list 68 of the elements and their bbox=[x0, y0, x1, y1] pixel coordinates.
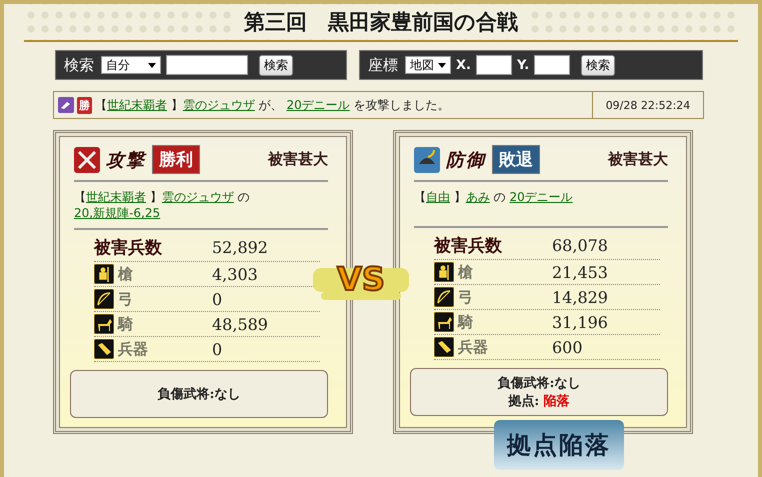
commander-info: 【世紀末覇者 】雲のジュウザ の 20,新規陣-6,25 bbox=[74, 190, 250, 220]
unit-value: 0 bbox=[212, 290, 222, 308]
note-text: 負傷武将:なし bbox=[498, 375, 580, 392]
bow-icon bbox=[94, 289, 114, 309]
unit-name: 槍 bbox=[458, 262, 473, 282]
input-field[interactable] bbox=[476, 55, 512, 75]
pen-icon bbox=[58, 97, 74, 113]
total-label: 被害兵数 bbox=[434, 234, 503, 256]
link[interactable]: 20デニール bbox=[286, 98, 350, 112]
unit-name: 兵器 bbox=[118, 340, 148, 358]
link[interactable]: 雲のジュウザ bbox=[162, 190, 234, 204]
total-label: 被害兵数 bbox=[94, 236, 163, 258]
link[interactable]: 20デニール bbox=[509, 190, 573, 204]
damage-label: 被害甚大 bbox=[268, 150, 328, 169]
input-field[interactable] bbox=[534, 55, 570, 75]
link[interactable]: 20,新規陣-6,25 bbox=[74, 206, 160, 220]
link[interactable]: 世紀末覇者 bbox=[86, 190, 146, 204]
timestamp: 09/28 22:52:24 bbox=[592, 92, 703, 118]
fallen-banner: 拠点陥落 bbox=[494, 420, 624, 470]
caret-icon bbox=[148, 62, 156, 68]
bow-icon bbox=[434, 287, 454, 307]
dropdown[interactable]: 自分 bbox=[101, 56, 161, 74]
role-label: 防御 bbox=[446, 148, 486, 172]
link[interactable]: 自由 bbox=[426, 190, 450, 204]
horse-icon bbox=[94, 314, 114, 334]
unit-value: 600 bbox=[552, 338, 583, 356]
link[interactable]: 雲のジュウザ bbox=[182, 98, 255, 112]
x-label: X. bbox=[456, 58, 471, 72]
link[interactable]: あみ bbox=[466, 190, 490, 204]
unit-value: 4,303 bbox=[212, 264, 258, 284]
y-label: Y. bbox=[516, 58, 530, 72]
log-message: 【世紀末覇者 】雲のジュウザ が、 20デニール を攻撃しました。 bbox=[95, 96, 450, 114]
page-title: 第三回 黒田家豊前国の合戦 bbox=[234, 8, 528, 36]
note-label: 拠点: bbox=[508, 394, 540, 409]
unit-name: 弓 bbox=[458, 288, 473, 306]
win-badge: 勝 bbox=[77, 96, 92, 114]
commander-info: 【自由 】あみ の 20デニール bbox=[414, 190, 573, 204]
result-badge: 勝利 bbox=[152, 145, 200, 174]
dropdown[interactable]: 地図 bbox=[405, 56, 451, 74]
search-label: 座標 bbox=[368, 56, 398, 74]
vs-badge: VS bbox=[311, 248, 411, 308]
total-value: 52,892 bbox=[212, 238, 268, 256]
total-value: 68,078 bbox=[552, 236, 608, 254]
search-label: 検索 bbox=[64, 56, 94, 74]
helmet-icon bbox=[414, 146, 440, 172]
unit-value: 14,829 bbox=[552, 288, 608, 306]
unit-value: 48,589 bbox=[212, 314, 268, 334]
damage-label: 被害甚大 bbox=[608, 150, 668, 169]
alert-text: 陥落 bbox=[544, 394, 570, 409]
horse-icon bbox=[434, 312, 454, 332]
search-button[interactable]: 検索 bbox=[581, 54, 616, 76]
unit-name: 騎 bbox=[458, 312, 473, 332]
search-button[interactable]: 検索 bbox=[259, 54, 293, 76]
caret-icon bbox=[438, 62, 446, 68]
unit-name: 弓 bbox=[118, 290, 133, 308]
spearman-icon bbox=[434, 262, 454, 282]
input-field[interactable] bbox=[166, 55, 248, 75]
role-label: 攻撃 bbox=[106, 148, 146, 172]
unit-value: 21,453 bbox=[552, 262, 608, 282]
result-badge: 敗退 bbox=[492, 145, 540, 174]
unit-value: 0 bbox=[212, 340, 222, 358]
spearman-icon bbox=[94, 264, 114, 284]
unit-name: 兵器 bbox=[458, 338, 488, 356]
note-text: 負傷武将:なし bbox=[158, 386, 240, 403]
link[interactable]: 世紀末覇者 bbox=[107, 98, 167, 112]
unit-name: 騎 bbox=[118, 314, 133, 334]
unit-value: 31,196 bbox=[552, 312, 608, 332]
unit-name: 槍 bbox=[118, 264, 133, 284]
